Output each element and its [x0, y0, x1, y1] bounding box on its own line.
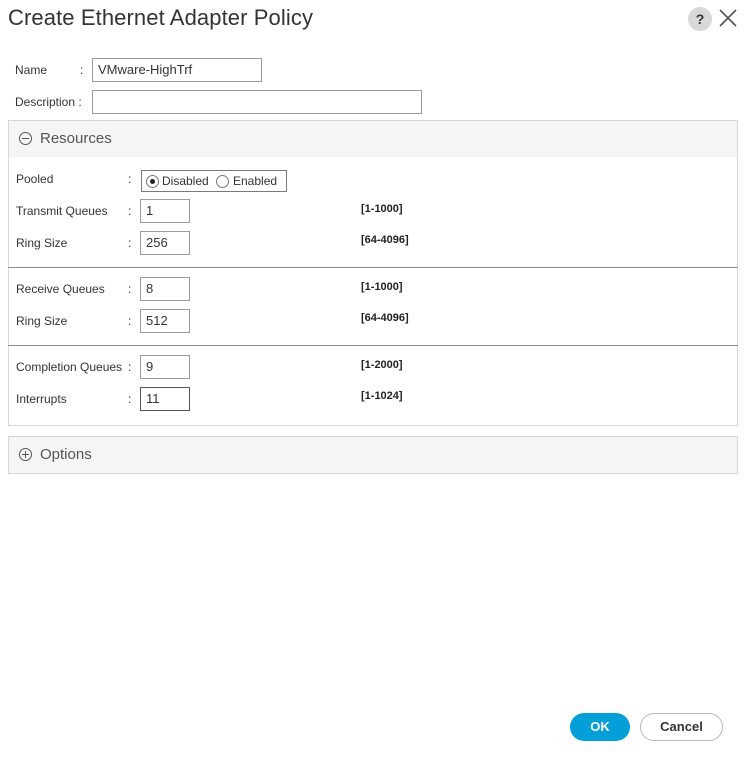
transmit-ring-size-colon: : — [128, 236, 132, 250]
pooled-colon: : — [128, 172, 132, 186]
receive-ring-size-range: [64-4096] — [361, 312, 409, 324]
name-colon: : — [80, 63, 84, 77]
receive-queues-input[interactable]: 8 — [140, 277, 190, 301]
dialog-title: Create Ethernet Adapter Policy — [8, 5, 314, 30]
pooled-radio-group: Disabled Enabled — [141, 170, 287, 192]
pooled-label: Pooled — [16, 172, 54, 186]
resources-header[interactable]: Resources — [9, 121, 737, 157]
interrupts-colon: : — [128, 392, 132, 406]
completion-queues-range: [1-2000] — [361, 359, 403, 371]
transmit-ring-size-range: [64-4096] — [361, 234, 409, 246]
receive-ring-size-colon: : — [128, 314, 132, 328]
disabled-radio[interactable] — [146, 175, 159, 188]
transmit-ring-size-input[interactable]: 256 — [140, 231, 190, 255]
cancel-button[interactable]: Cancel — [640, 713, 723, 741]
interrupts-label: Interrupts — [16, 392, 67, 406]
expand-icon[interactable] — [19, 448, 32, 461]
receive-ring-size-input[interactable]: 512 — [140, 309, 190, 333]
resources-title: Resources — [40, 130, 112, 147]
completion-queues-colon: : — [128, 360, 132, 374]
name-input[interactable]: VMware-HighTrf — [92, 58, 262, 82]
receive-queues-colon: : — [128, 282, 132, 296]
options-section: Options — [8, 436, 738, 474]
options-title: Options — [40, 446, 92, 463]
options-header[interactable]: Options — [9, 437, 737, 473]
divider — [8, 345, 738, 346]
interrupts-input[interactable]: 11 — [140, 387, 190, 411]
help-icon[interactable]: ? — [688, 7, 712, 31]
completion-queues-label: Completion Queues — [16, 360, 123, 374]
transmit-queues-input[interactable]: 1 — [140, 199, 190, 223]
enabled-radio-label[interactable]: Enabled — [233, 174, 277, 188]
transmit-ring-size-label: Ring Size — [16, 236, 68, 250]
resources-section: Resources — [8, 120, 738, 426]
transmit-queues-colon: : — [128, 204, 132, 218]
description-input[interactable] — [92, 90, 422, 114]
interrupts-range: [1-1024] — [361, 390, 403, 402]
name-label: Name — [15, 63, 48, 77]
transmit-queues-range: [1-1000] — [361, 203, 403, 215]
close-icon[interactable] — [718, 8, 738, 28]
transmit-queues-label: Transmit Queues — [16, 204, 108, 218]
completion-queues-input[interactable]: 9 — [140, 355, 190, 379]
receive-queues-label: Receive Queues — [16, 282, 105, 296]
collapse-icon[interactable] — [19, 132, 32, 145]
radio-selected-dot — [150, 179, 155, 184]
receive-queues-range: [1-1000] — [361, 281, 403, 293]
description-label: Description : — [15, 95, 82, 109]
disabled-radio-label[interactable]: Disabled — [162, 174, 209, 188]
enabled-radio[interactable] — [216, 175, 229, 188]
divider — [8, 267, 738, 268]
receive-ring-size-label: Ring Size — [16, 314, 68, 328]
ok-button[interactable]: OK — [570, 713, 630, 741]
